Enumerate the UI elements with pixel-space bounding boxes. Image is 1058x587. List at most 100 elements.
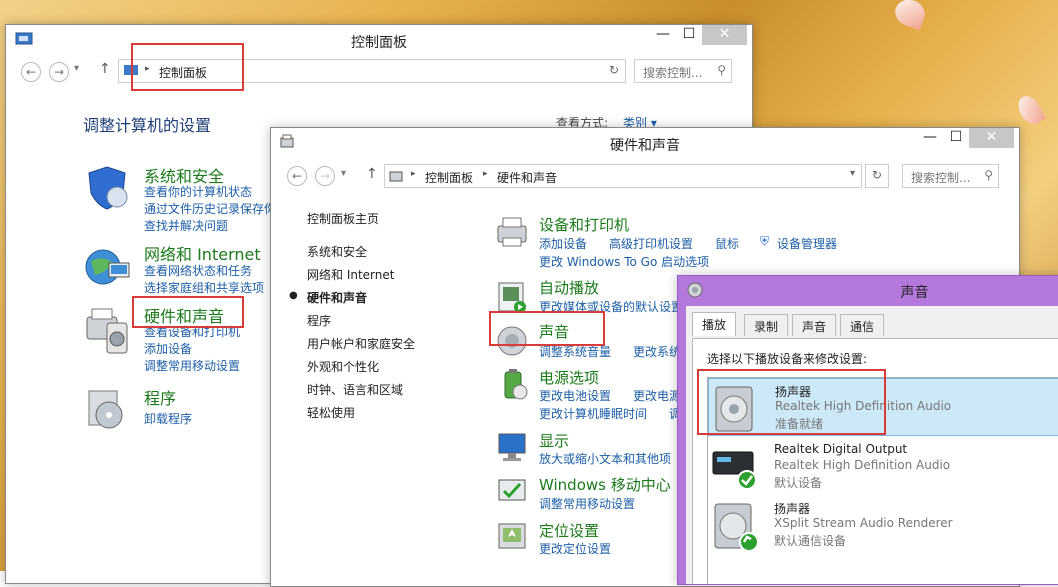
sidebar-item-system-security[interactable]: 系统和安全 (307, 243, 367, 260)
breadcrumb-item[interactable]: 硬件和声音 (497, 169, 557, 186)
tab-sounds[interactable]: 声音 (792, 314, 837, 336)
category-link[interactable]: 调整常用移动设置 (144, 357, 240, 374)
back-button[interactable]: ← (287, 166, 307, 186)
dialog-body: 播放 录制 声音 通信 选择以下播放设备来修改设置: 扬声器 Realtek H… (686, 306, 1058, 584)
device-row[interactable]: 扬声器 XSplit Stream Audio Renderer 默认通信设备 (708, 496, 1058, 554)
current-item-bullet: ● (289, 290, 298, 301)
sidebar-item-hardware-sound[interactable]: 硬件和声音 (307, 289, 367, 306)
chevron-right-icon: ▸ (411, 169, 416, 179)
up-button[interactable]: ↑ (99, 61, 111, 77)
maximize-button[interactable]: ☐ (676, 25, 702, 45)
search-icon: ⚲ (984, 168, 993, 182)
refresh-icon: ↻ (872, 168, 883, 182)
search-input[interactable]: 搜索控制... ⚲ (634, 59, 732, 83)
tab-recording[interactable]: 录制 (744, 314, 789, 336)
tab-strip: 播放 录制 声音 通信 (692, 312, 1058, 340)
forward-button[interactable]: → (49, 62, 69, 82)
hardware-sound-icon (389, 171, 403, 182)
sidebar-item-clock-region[interactable]: 时钟、语言和区域 (307, 381, 403, 398)
display-icon (498, 433, 526, 461)
category-programs[interactable]: 程序 (144, 385, 176, 409)
flower-decoration (891, 0, 929, 31)
recent-pages-icon[interactable]: ▾ (74, 63, 79, 74)
shield-icon (88, 166, 128, 210)
autoplay-icon (498, 282, 526, 313)
speaker-icon (714, 503, 759, 552)
up-button[interactable]: ↑ (366, 166, 378, 182)
highlight-box (697, 369, 886, 435)
section-display[interactable]: 显示 (539, 430, 569, 451)
highlight-box (489, 311, 605, 346)
sidebar-item-network[interactable]: 网络和 Internet (307, 266, 394, 283)
section-link[interactable]: 更改定位设置 (539, 540, 611, 557)
highlight-box (132, 296, 244, 328)
printer-icon (497, 217, 527, 247)
device-name: Realtek Digital Output (774, 442, 908, 456)
refresh-icon[interactable]: ↻ (609, 63, 619, 77)
address-bar[interactable]: ▸ 控制面板 ▸ 硬件和声音 ▾ (384, 164, 862, 188)
sidebar-item-programs[interactable]: 程序 (307, 312, 331, 329)
section-devices-printers[interactable]: 设备和打印机 (539, 214, 629, 235)
dialog-title: 声音 (900, 285, 929, 301)
digital-output-icon (712, 451, 757, 490)
programs-icon (88, 390, 123, 429)
section-link[interactable]: 更改系统 (633, 343, 681, 360)
page-title: 调整计算机的设置 (83, 116, 212, 135)
close-button[interactable]: ✕ (969, 128, 1014, 148)
category-link[interactable]: 通过文件历史记录保存你 (144, 200, 276, 217)
search-icon: ⚲ (717, 63, 726, 77)
category-link[interactable]: 选择家庭组和共享选项 (144, 279, 264, 296)
highlight-box (131, 43, 244, 91)
device-driver: Realtek High Definition Audio (774, 458, 951, 472)
category-link[interactable]: 查看网络状态和任务 (144, 262, 252, 279)
section-link[interactable]: 更改电池设置 (539, 387, 611, 404)
device-status: 默认通信设备 (774, 534, 847, 548)
category-link[interactable]: 查看你的计算机状态 (144, 183, 252, 200)
flower-decoration (1013, 92, 1047, 128)
section-location[interactable]: 定位设置 (539, 520, 599, 541)
device-name: 扬声器 (774, 502, 811, 516)
minimize-button[interactable]: — (917, 128, 943, 148)
device-row[interactable]: Realtek Digital Output Realtek High Defi… (708, 438, 1058, 496)
refresh-button[interactable]: ↻ (865, 164, 889, 188)
sidebar-item-appearance[interactable]: 外观和个性化 (307, 358, 379, 375)
window-title: 硬件和声音 (610, 138, 680, 154)
section-power[interactable]: 电源选项 (539, 367, 599, 388)
printer-speaker-icon (86, 308, 128, 354)
sidebar-item-user-accounts[interactable]: 用户帐户和家庭安全 (307, 335, 415, 352)
mobility-center-icon (498, 479, 526, 501)
section-link[interactable]: 更改 Windows To Go 启动选项 (539, 253, 709, 270)
close-button[interactable]: ✕ (702, 25, 747, 45)
breadcrumb-item[interactable]: 控制面板 (425, 169, 473, 186)
section-link[interactable]: 调整常用移动设置 (539, 495, 635, 512)
recent-pages-icon[interactable]: ▾ (341, 168, 346, 179)
category-link[interactable]: 卸载程序 (144, 410, 192, 427)
chevron-down-icon[interactable]: ▾ (850, 168, 855, 179)
tab-communications[interactable]: 通信 (840, 314, 885, 336)
minimize-button[interactable]: — (650, 25, 676, 45)
forward-button[interactable]: → (315, 166, 335, 186)
section-link[interactable]: 添加设备 (539, 235, 587, 252)
tab-playback[interactable]: 播放 (692, 312, 737, 336)
sidebar-item-home[interactable]: 控制面板主页 (307, 210, 379, 227)
window-title: 控制面板 (351, 35, 407, 51)
section-link[interactable]: 更改电源 (633, 387, 681, 404)
category-link[interactable]: 添加设备 (144, 340, 192, 357)
section-link[interactable]: 更改计算机睡眠时间 (539, 405, 647, 422)
back-button[interactable]: ← (21, 62, 41, 82)
section-autoplay[interactable]: 自动播放 (539, 277, 599, 298)
sidebar-item-ease-of-access[interactable]: 轻松使用 (307, 404, 355, 421)
section-link[interactable]: 鼠标 (715, 235, 739, 252)
maximize-button[interactable]: ☐ (943, 128, 969, 148)
device-driver: XSplit Stream Audio Renderer (774, 516, 953, 530)
shield-icon: ⛨ (760, 234, 770, 248)
section-link[interactable]: 高级打印机设置 (609, 235, 693, 252)
section-link[interactable]: 设备管理器 (777, 235, 837, 252)
title-bar: 硬件和声音 — ☐ ✕ (271, 128, 1019, 158)
location-icon (498, 523, 526, 549)
category-link[interactable]: 查找并解决问题 (144, 217, 228, 234)
search-input[interactable]: 搜索控制... ⚲ (902, 164, 999, 188)
section-mobility-center[interactable]: Windows 移动中心 (539, 474, 671, 495)
network-globe-icon (85, 249, 130, 285)
section-link[interactable]: 放大或缩小文本和其他项 (539, 450, 671, 467)
